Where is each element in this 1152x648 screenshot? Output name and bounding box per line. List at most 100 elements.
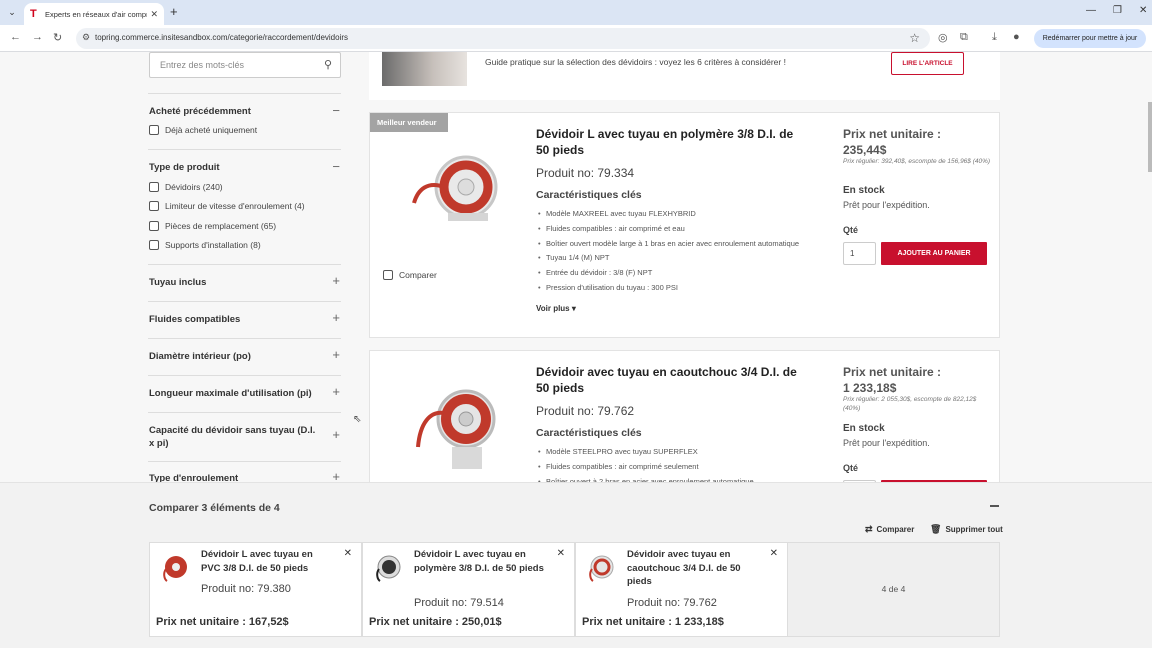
facet-option[interactable]: Pièces de remplacement (65) <box>149 221 276 231</box>
screenshot-icon[interactable]: ◎ <box>938 31 948 44</box>
browser-tab[interactable]: T Experts en réseaux d'air compr... ✕ <box>24 3 164 25</box>
keyword-search-input[interactable]: Entrez des mots-clés ⚲ <box>149 52 341 78</box>
checkbox[interactable] <box>149 201 159 211</box>
collapse-icon[interactable]: − <box>332 104 340 117</box>
back-icon[interactable]: ← <box>10 31 21 43</box>
compare-checkbox[interactable]: Comparer <box>383 270 437 280</box>
option-label: Supports d'installation (8) <box>165 240 261 250</box>
facet-title[interactable]: Capacité du dévidoir sans tuyau (D.I. x … <box>149 424 319 450</box>
article-image <box>382 52 467 86</box>
divider <box>148 93 341 94</box>
tab-search-icon[interactable]: ⌄ <box>4 5 20 19</box>
facet-option[interactable]: Supports d'installation (8) <box>149 240 261 250</box>
qty-input[interactable]: 1 <box>843 242 876 265</box>
facet-title[interactable]: Fluides compatibles <box>149 314 240 325</box>
tab-title: Experts en réseaux d'air compr... <box>45 9 148 19</box>
url-text[interactable]: topring.commerce.insitesandbox.com/categ… <box>95 33 348 42</box>
download-icon[interactable]: ⤓ <box>992 31 997 44</box>
expand-icon[interactable]: + <box>332 348 340 361</box>
search-placeholder: Entrez des mots-clés <box>160 60 245 70</box>
product-title[interactable]: Dévidoir L avec tuyau en polymère 3/8 D.… <box>536 126 806 158</box>
facet-title[interactable]: Tuyau inclus <box>149 277 206 288</box>
site-info-icon[interactable]: ⚙ <box>82 32 94 44</box>
compare-item[interactable]: Dévidoir avec tuyau en caoutchouc 3/4 D.… <box>575 542 788 637</box>
compare-item-title: Dévidoir L avec tuyau en polymère 3/8 D.… <box>414 549 544 574</box>
checkbox[interactable] <box>149 182 159 192</box>
article-banner: Guide pratique sur la sélection des dévi… <box>369 52 1000 100</box>
divider <box>148 461 341 462</box>
regular-price-note: Prix régulier: 392,40$, escompte de 156,… <box>843 158 991 165</box>
compare-label: Comparer <box>399 270 437 280</box>
features-title: Caractéristiques clés <box>536 427 642 439</box>
facet-option[interactable]: Limiteur de vitesse d'enroulement (4) <box>149 201 305 211</box>
stock-status: En stock <box>843 423 885 434</box>
expand-icon[interactable]: + <box>332 385 340 398</box>
feature-item: Fluides compatibles : air comprimé et ea… <box>536 222 836 237</box>
compare-item-number: Produit no: 79.762 <box>627 597 717 609</box>
minimize-tray-icon[interactable] <box>990 505 999 507</box>
new-tab-icon[interactable]: + <box>170 4 178 20</box>
restore-icon[interactable]: ❐ <box>1113 5 1122 16</box>
collapse-icon[interactable]: − <box>332 160 340 173</box>
compare-item-title: Dévidoir avec tuyau en caoutchouc 3/4 D.… <box>627 549 741 587</box>
checkbox[interactable] <box>149 240 159 250</box>
facet-option[interactable]: Déjà acheté uniquement <box>149 125 257 135</box>
read-article-button[interactable]: LIRE L'ARTICLE <box>891 52 964 75</box>
expand-icon[interactable]: + <box>332 311 340 324</box>
divider <box>148 301 341 302</box>
facet-title[interactable]: Diamètre intérieur (po) <box>149 351 251 362</box>
scrollbar-thumb[interactable] <box>1148 102 1152 172</box>
bookmark-star-icon[interactable]: ☆ <box>909 31 920 45</box>
option-label: Dévidoirs (240) <box>165 182 223 192</box>
remove-item-icon[interactable]: ✕ <box>344 548 352 559</box>
delete-all-label: Supprimer tout <box>945 525 1003 534</box>
compare-item[interactable]: Dévidoir L avec tuyau en PVC 3/8 D.I. de… <box>149 542 362 637</box>
topring-favicon-icon: T <box>30 8 37 20</box>
minimize-icon[interactable]: — <box>1086 5 1096 16</box>
remove-item-icon[interactable]: ✕ <box>557 548 565 559</box>
facet-achete-title[interactable]: Acheté précédemment <box>149 106 251 117</box>
close-window-icon[interactable]: ✕ <box>1139 5 1147 16</box>
product-image[interactable] <box>408 141 504 237</box>
product-number: Produit no: 79.334 <box>536 166 635 180</box>
article-text: Guide pratique sur la sélection des dévi… <box>485 57 786 67</box>
product-title[interactable]: Dévidoir avec tuyau en caoutchouc 3/4 D.… <box>536 364 806 396</box>
checkbox[interactable] <box>149 221 159 231</box>
product-image[interactable] <box>408 377 504 473</box>
expand-icon[interactable]: + <box>332 428 340 441</box>
features-list: Modèle MAXREEL avec tuyau FLEXHYBRID Flu… <box>536 207 836 296</box>
product-card: Meilleur vendeur Comparer Dévidoir L ave… <box>369 112 1000 338</box>
reload-icon[interactable]: ↻ <box>53 31 62 44</box>
qty-label: Qté <box>843 463 859 473</box>
restart-update-button[interactable]: Redémarrer pour mettre à jour <box>1034 29 1146 48</box>
remove-item-icon[interactable]: ✕ <box>770 548 778 559</box>
profile-avatar-icon[interactable]: ● <box>1013 31 1020 43</box>
price-label: Prix net unitaire : <box>843 365 942 379</box>
add-to-cart-button[interactable]: AJOUTER AU PANIER <box>881 242 987 265</box>
shipping-status: Prêt pour l'expédition. <box>843 438 930 448</box>
option-label: Limiteur de vitesse d'enroulement (4) <box>165 201 305 211</box>
compare-item[interactable]: Dévidoir L avec tuyau en polymère 3/8 D.… <box>362 542 575 637</box>
extensions-icon[interactable]: ⧉ <box>960 31 968 44</box>
checkbox[interactable] <box>149 125 159 135</box>
forward-icon[interactable]: → <box>32 31 43 43</box>
product-card: Dévidoir avec tuyau en caoutchouc 3/4 D.… <box>369 350 1000 503</box>
compare-item-price: Prix net unitaire : 167,52$ <box>156 616 289 628</box>
shipping-status: Prêt pour l'expédition. <box>843 200 930 210</box>
tab-close-icon[interactable]: ✕ <box>150 9 158 20</box>
omnibox[interactable]: ⚙ topring.commerce.insitesandbox.com/cat… <box>76 28 930 49</box>
compare-button[interactable]: ⇄ Comparer <box>865 524 914 535</box>
feature-item: Tuyau 1/4 (M) NPT <box>536 251 836 266</box>
facet-option[interactable]: Dévidoirs (240) <box>149 182 223 192</box>
compare-slot-count: 4 de 4 <box>881 584 906 594</box>
delete-all-button[interactable]: 🗑 Supprimer tout <box>930 524 1003 535</box>
facet-type-title[interactable]: Type de produit <box>149 162 220 173</box>
facet-title[interactable]: Longueur maximale d'utilisation (pi) <box>149 388 312 399</box>
feature-item: Modèle MAXREEL avec tuyau FLEXHYBRID <box>536 207 836 222</box>
checkbox[interactable] <box>383 270 393 280</box>
expand-icon[interactable]: + <box>332 274 340 287</box>
option-label: Déjà acheté uniquement <box>165 125 258 135</box>
search-icon[interactable]: ⚲ <box>324 58 332 71</box>
compare-item-number: Produit no: 79.514 <box>414 597 504 609</box>
see-more-link[interactable]: Voir plus ▾ <box>536 304 576 313</box>
